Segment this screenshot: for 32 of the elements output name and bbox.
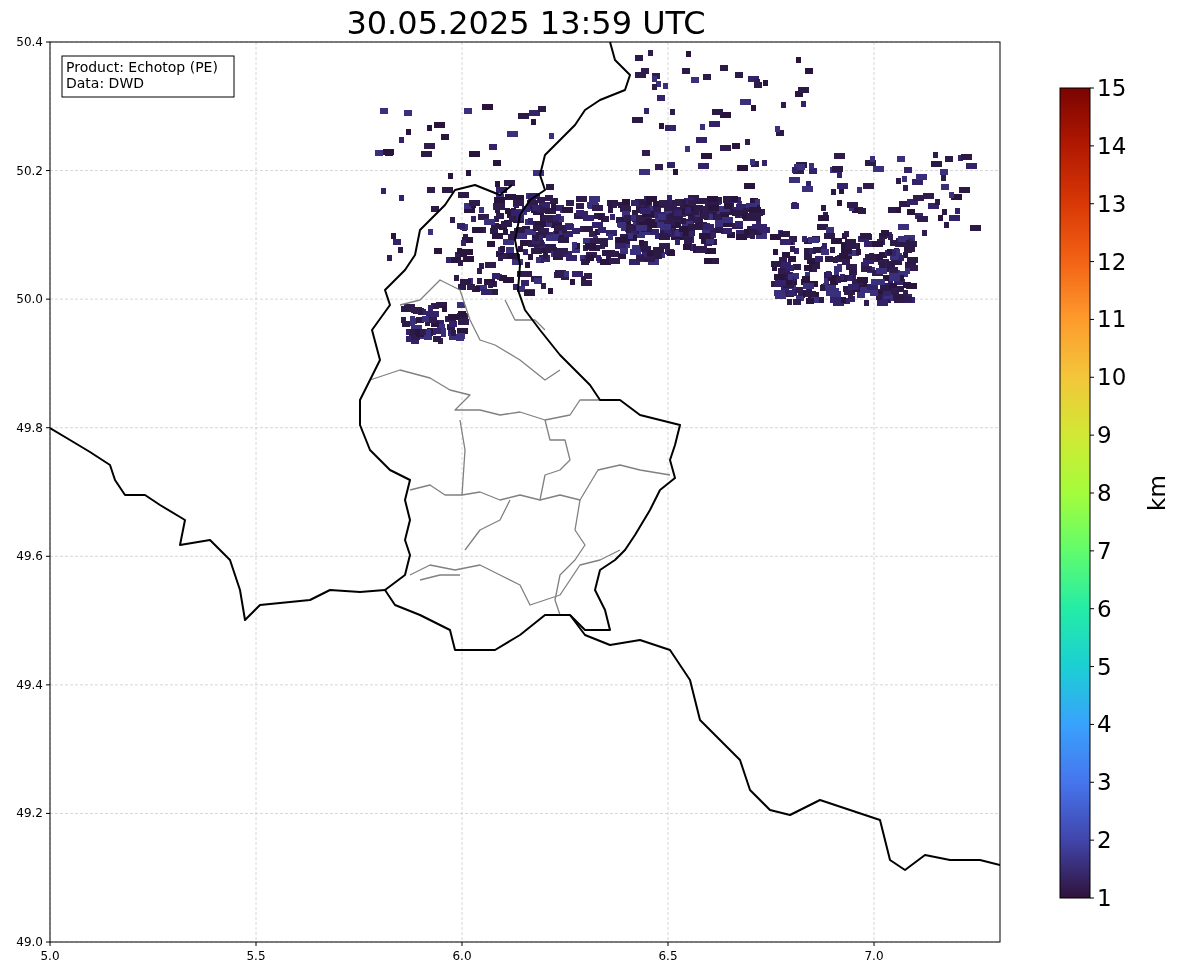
colorbar-tick-label: 15: [1097, 75, 1127, 101]
colorbar-tick-label: 6: [1097, 595, 1112, 622]
chart-title: 30.05.2025 13:59 UTC: [346, 4, 706, 42]
axis-tick-label: 49.8: [16, 420, 43, 435]
colorbar-tick-label: 5: [1097, 653, 1112, 680]
info-text: Product: Echotop (PE): [66, 59, 218, 75]
axis-tick-label: 5.5: [246, 949, 266, 963]
colorbar-tick-label: 2: [1097, 827, 1112, 854]
colorbar-tick-label: 4: [1097, 711, 1112, 738]
colorbar-label: km: [1144, 475, 1170, 511]
axis-tick-label: 49.2: [16, 806, 43, 821]
colorbar-tick-label: 1: [1097, 885, 1112, 911]
colorbar-tick-label: 7: [1097, 537, 1112, 564]
axis-tick-label: 49.0: [16, 935, 43, 949]
colorbar-tick-label: 12: [1097, 248, 1127, 275]
colorbar-tick-label: 13: [1097, 190, 1127, 217]
axis-tick-label: 6.0: [452, 949, 472, 963]
colorbar-tick-label: 14: [1097, 132, 1127, 159]
colorbar-tick-label: 9: [1097, 422, 1112, 449]
axis-tick-label: 49.4: [16, 677, 43, 692]
info-text: Data: DWD: [66, 75, 144, 91]
colorbar-tick-label: 3: [1097, 769, 1112, 796]
axis-tick-label: 5.0: [40, 949, 60, 963]
axis-tick-label: 6.5: [658, 949, 678, 963]
colorbar-tick-label: 10: [1097, 364, 1127, 391]
axis-tick-label: 7.0: [864, 949, 884, 963]
axis-tick-label: 50.2: [16, 163, 43, 178]
axis-tick-label: 50.4: [16, 35, 43, 49]
colorbar-tick-label: 11: [1097, 306, 1127, 333]
colorbar-tick-label: 8: [1097, 480, 1112, 506]
axis-tick-label: 50.0: [16, 292, 43, 307]
axis-tick-label: 49.6: [16, 549, 43, 564]
